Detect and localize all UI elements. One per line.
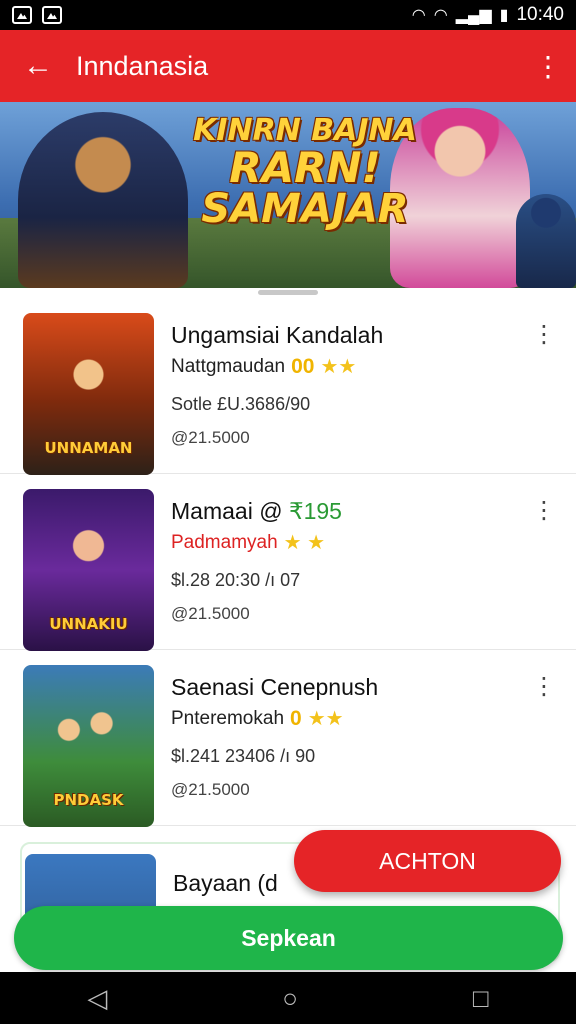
game-installs: @21.5000	[171, 780, 250, 799]
game-price: Sotle £U.3686/90	[171, 394, 311, 414]
action-button[interactable]: ACHTON	[294, 830, 561, 892]
back-arrow-icon[interactable]: ←	[0, 30, 76, 102]
star-icon: ★★	[320, 356, 357, 378]
wifi-icon: ◠	[411, 7, 426, 24]
banner-title: KINRN BAJNA RARN! SAMAJAR	[193, 113, 417, 233]
battery-icon: ▮	[499, 7, 509, 24]
banner-hero-warrior	[18, 112, 188, 288]
primary-cta-button[interactable]: Sepkean	[14, 906, 563, 970]
game-list: UNNAMAN Ungamsiai Kandalah Nattgmaudan 0…	[0, 298, 576, 827]
rating-value: 00	[291, 354, 315, 378]
game-installs: @21.5000	[171, 428, 250, 447]
gallery-icon	[12, 6, 32, 24]
game-subtitle: Pnteremokah 0 ★★	[171, 706, 344, 731]
game-title: Ungamsiai Kandalah	[171, 322, 384, 348]
status-time: 10:40	[516, 4, 564, 25]
more-options-icon[interactable]: ⋮	[532, 320, 556, 349]
gallery-icon	[42, 6, 62, 24]
promo-banner[interactable]: KINRN BAJNA RARN! SAMAJAR	[0, 102, 576, 288]
banner-hero-kid	[516, 194, 576, 288]
home-icon[interactable]: ○	[282, 983, 298, 1014]
game-title: Saenasi Cenepnush	[171, 674, 379, 700]
game-thumbnail[interactable]: UNNAMAN	[23, 313, 154, 475]
game-subtitle: Nattgmaudan 00 ★★	[171, 354, 357, 379]
game-installs: @21.5000	[171, 604, 250, 623]
game-subtitle: Padmamyah ★ ★	[171, 531, 326, 555]
system-nav-bar: ◁ ○ □	[0, 972, 576, 1024]
drag-handle[interactable]	[258, 290, 318, 295]
signal-icon: ▂▄▆	[455, 7, 492, 24]
list-item[interactable]: PNDASK Saenasi Cenepnush Pnteremokah 0 ★…	[0, 650, 576, 827]
page-title: Inndanasia	[76, 50, 209, 81]
back-icon[interactable]: ◁	[87, 983, 107, 1014]
rating-value: 0	[290, 706, 302, 730]
status-bar: ◠ ◠ ▂▄▆ ▮ 10:40	[0, 0, 576, 30]
list-item[interactable]: UNNAMAN Ungamsiai Kandalah Nattgmaudan 0…	[0, 298, 576, 475]
game-title: Mamaai @ ₹195	[171, 498, 342, 524]
more-options-icon[interactable]: ⋮	[532, 496, 556, 525]
game-price: $l.28 20:30 /ı 07	[171, 570, 301, 590]
game-thumbnail[interactable]: UNNAKIU	[23, 489, 154, 651]
game-price: $l.241 23406 /ı 90	[171, 746, 316, 766]
game-title: Bayaan (d	[173, 870, 278, 896]
app-bar: ← Inndanasia ⋮	[0, 30, 576, 102]
wifi-icon: ◠	[433, 7, 448, 24]
more-menu-icon[interactable]: ⋮	[520, 30, 576, 102]
star-icon: ★★	[307, 708, 344, 730]
star-icon: ★ ★	[283, 532, 326, 554]
more-options-icon[interactable]: ⋮	[532, 672, 556, 701]
list-item[interactable]: UNNAKIU Mamaai @ ₹195 Padmamyah ★ ★ $l.2…	[0, 474, 576, 651]
recents-icon[interactable]: □	[473, 983, 489, 1014]
game-thumbnail[interactable]: PNDASK	[23, 665, 154, 827]
